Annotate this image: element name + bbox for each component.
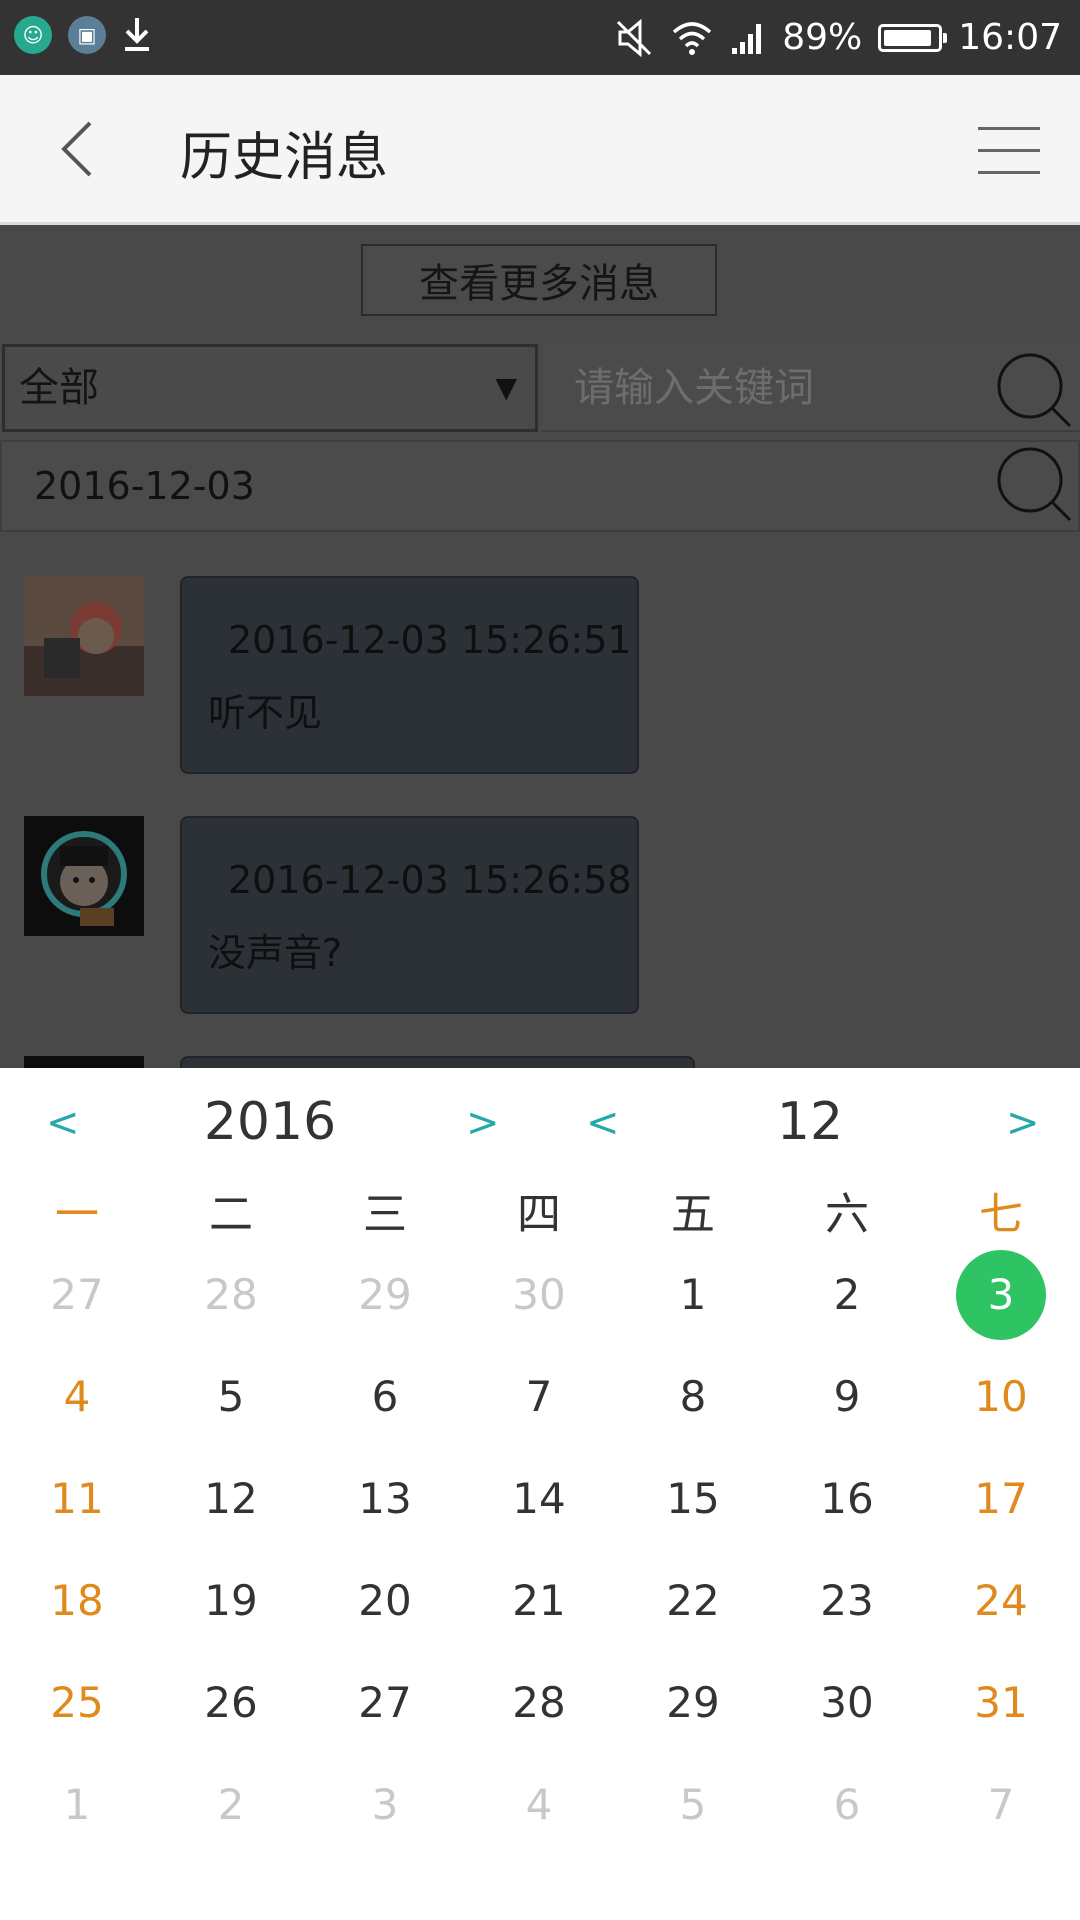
message-bubble[interactable] [180,1056,695,1068]
message-text: 没声音? [208,931,343,975]
message-bubble[interactable]: 2016-12-03 15:26:58 没声音? [180,816,639,1014]
avatar [24,1056,144,1068]
avatar [24,576,144,696]
app-bar: 历史消息 [0,75,1080,225]
day-cell-outside-month[interactable]: 2 [154,1760,308,1850]
day-cell[interactable]: 27 [308,1658,462,1748]
day-cell[interactable]: 29 [616,1658,770,1748]
dropdown-arrow-icon: ▼ [495,371,517,404]
day-cell[interactable]: 20 [308,1556,462,1646]
day-cell[interactable]: 31 [924,1658,1078,1748]
notification-icons: ☺ ▣ [14,16,152,54]
menu-icon[interactable] [978,123,1040,177]
day-cell-outside-month[interactable]: 4 [462,1760,616,1850]
day-cell[interactable]: 24 [924,1556,1078,1646]
wifi-icon [673,21,712,55]
day-cell[interactable]: 16 [770,1454,924,1544]
day-cell[interactable]: 11 [0,1454,154,1544]
day-cell[interactable]: 9 [770,1352,924,1442]
message-time: 2016-12-03 15:26:51 [228,618,632,662]
gallery-app-icon: ▣ [68,16,106,54]
day-cell[interactable]: 8 [616,1352,770,1442]
day-cell[interactable]: 21 [462,1556,616,1646]
battery-percent: 89% [782,17,863,58]
weekday-label: 一 [55,1189,99,1240]
day-cell[interactable]: 7 [462,1352,616,1442]
message-text: 听不见 [208,691,323,735]
date-field[interactable]: 2016-12-03 [0,440,1080,532]
day-cell[interactable]: 15 [616,1454,770,1544]
day-cell[interactable]: 6 [308,1352,462,1442]
day-cell[interactable]: 12 [154,1454,308,1544]
day-cell[interactable]: 26 [154,1658,308,1748]
day-cell-selected[interactable]: 3 [924,1250,1078,1340]
weekday-label: 四 [517,1189,561,1240]
filter-select-value: 全部 [19,365,99,411]
day-cell-outside-month[interactable]: 28 [154,1250,308,1340]
day-cell-outside-month[interactable]: 3 [308,1760,462,1850]
message-time: 2016-12-03 15:26:58 [228,858,632,902]
mute-icon [617,18,652,57]
day-cell-outside-month[interactable]: 29 [308,1250,462,1340]
load-more-button[interactable]: 查看更多消息 [361,244,717,316]
avatar [24,816,144,936]
signal-icon [732,23,762,54]
weekday-label: 二 [209,1189,253,1240]
history-content: 查看更多消息 全部 ▼ 请输入关键词 2016-12-03 2016-12-03… [0,228,1080,1068]
day-cell[interactable]: 10 [924,1352,1078,1442]
day-cell-outside-month[interactable]: 1 [0,1760,154,1850]
day-cell[interactable]: 30 [770,1658,924,1748]
day-cell[interactable]: 17 [924,1454,1078,1544]
keyword-search-icon[interactable] [994,350,1072,428]
prev-year-button[interactable]: < [46,1100,80,1146]
status-bar: ☺ ▣ 89% 16:07 [0,0,1080,75]
day-cell[interactable]: 22 [616,1556,770,1646]
clock: 16:07 [958,17,1062,58]
weekday-label: 三 [363,1189,407,1240]
weekday-label: 七 [979,1189,1023,1240]
day-cell[interactable]: 13 [308,1454,462,1544]
weekday-label: 五 [671,1189,715,1240]
year-label: 2016 [203,1092,337,1152]
day-cell[interactable]: 23 [770,1556,924,1646]
day-cell[interactable]: 25 [0,1658,154,1748]
next-year-button[interactable]: > [466,1100,500,1146]
message-bubble[interactable]: 2016-12-03 15:26:51 听不见 [180,576,639,774]
day-cell[interactable]: 1 [616,1250,770,1340]
chat-app-icon: ☺ [14,16,52,54]
day-cell[interactable]: 18 [0,1556,154,1646]
prev-month-button[interactable]: < [586,1100,620,1146]
day-cell-outside-month[interactable]: 6 [770,1760,924,1850]
day-cell[interactable]: 28 [462,1658,616,1748]
day-cell[interactable]: 2 [770,1250,924,1340]
filter-select[interactable]: 全部 ▼ [2,344,538,432]
day-cell[interactable]: 14 [462,1454,616,1544]
download-icon [125,18,149,51]
day-cell-outside-month[interactable]: 30 [462,1250,616,1340]
date-picker: < 2016 > < 12 > 一二三四五六七 27 28 29 30 1 2 3 4 5 6 7 8… [0,1068,1080,1920]
page-title: 历史消息 [180,128,389,188]
day-cell[interactable]: 5 [154,1352,308,1442]
date-search-icon[interactable] [994,444,1072,522]
back-arrow-icon[interactable] [50,119,110,179]
next-month-button[interactable]: > [1006,1100,1040,1146]
day-cell-outside-month[interactable]: 5 [616,1760,770,1850]
day-cell-outside-month[interactable]: 27 [0,1250,154,1340]
day-cell-outside-month[interactable]: 7 [924,1760,1078,1850]
weekday-label: 六 [825,1189,869,1240]
month-label: 12 [776,1092,844,1152]
day-cell[interactable]: 19 [154,1556,308,1646]
battery-icon [878,23,948,52]
day-cell[interactable]: 4 [0,1352,154,1442]
